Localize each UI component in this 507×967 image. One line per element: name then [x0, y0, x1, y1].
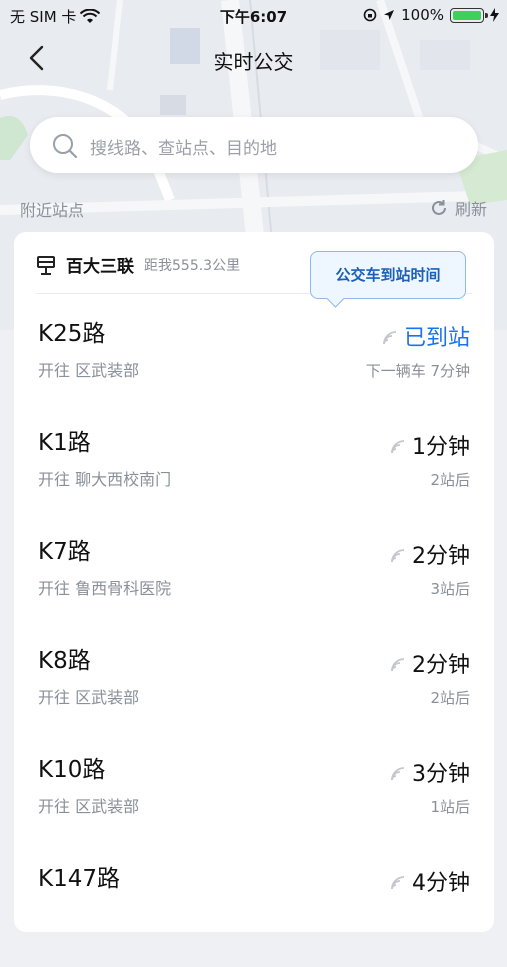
- rotation-lock-icon: [363, 8, 377, 22]
- route-line-name: K25路: [38, 321, 106, 347]
- bus-stop-icon: [37, 255, 55, 275]
- route-line-name: K147路: [38, 866, 120, 892]
- route-eta: 2分钟: [390, 538, 470, 570]
- route-line-name: K1路: [38, 430, 91, 456]
- station-name: 百大三联: [66, 257, 134, 277]
- realtime-signal-icon: [383, 331, 397, 345]
- status-bar: 无 SIM 卡 下午6:07 100%: [0, 0, 507, 30]
- station-distance: 距我555.3公里: [144, 257, 241, 274]
- route-eta: 3分钟: [390, 756, 470, 788]
- route-eta-text: 3分钟: [412, 762, 470, 787]
- route-row[interactable]: K7路开往 鲁西骨科医院 2分钟 3站后: [14, 532, 494, 640]
- route-destination: 开往 区武装部: [38, 797, 140, 816]
- search-bar[interactable]: 搜线路、查站点、目的地: [30, 117, 478, 173]
- realtime-signal-icon: [391, 549, 405, 563]
- realtime-signal-icon: [391, 876, 405, 890]
- refresh-button[interactable]: 刷新: [429, 196, 487, 220]
- realtime-signal-icon: [391, 440, 405, 454]
- route-next-info: 3站后: [430, 580, 470, 598]
- route-eta: 4分钟: [390, 865, 470, 897]
- route-eta: 2分钟: [390, 647, 470, 679]
- route-eta-text: 1分钟: [412, 435, 470, 460]
- refresh-label: 刷新: [454, 200, 487, 219]
- route-eta: 1分钟: [390, 429, 470, 461]
- route-eta-text: 2分钟: [412, 544, 470, 569]
- search-icon: [53, 134, 78, 159]
- arrival-time-tooltip: 公交车到站时间: [310, 251, 466, 299]
- route-eta-text: 2分钟: [412, 653, 470, 678]
- route-row[interactable]: K8路开往 区武装部 2分钟 2站后: [14, 641, 494, 749]
- route-eta: 已到站: [382, 320, 470, 352]
- search-placeholder: 搜线路、查站点、目的地: [90, 139, 277, 159]
- route-next-info: 下一辆车 7分钟: [365, 362, 470, 380]
- station-header[interactable]: 百大三联 距我555.3公里: [36, 252, 240, 277]
- location-arrow-icon: [384, 10, 395, 20]
- route-next-info: 2站后: [430, 689, 470, 707]
- page-title: 实时公交: [213, 50, 294, 74]
- nav-bar: 实时公交: [0, 36, 507, 80]
- route-line-name: K10路: [38, 757, 106, 783]
- route-destination: 开往 聊大西校南门: [38, 470, 172, 489]
- realtime-signal-icon: [391, 767, 405, 781]
- route-destination: 开往 区武装部: [38, 688, 140, 707]
- route-next-info: 1站后: [430, 798, 470, 816]
- route-destination: 开往 鲁西骨科医院: [38, 579, 172, 598]
- refresh-icon: [432, 200, 446, 215]
- route-line-name: K8路: [38, 648, 91, 674]
- route-destination: 开往 区武装部: [38, 361, 140, 380]
- battery-icon: [450, 7, 488, 23]
- route-eta-text: 已到站: [403, 326, 470, 351]
- route-row[interactable]: K147路 4分钟: [14, 859, 494, 967]
- station-card: 百大三联 距我555.3公里 公交车到站时间 K25路开往 区武装部 已到站下一辆…: [14, 232, 494, 932]
- route-row[interactable]: K10路开往 区武装部 3分钟 1站后: [14, 750, 494, 858]
- route-row[interactable]: K1路开往 聊大西校南门 1分钟 2站后: [14, 423, 494, 531]
- battery-percent: 100%: [401, 6, 444, 24]
- route-eta-text: 4分钟: [412, 871, 470, 896]
- route-next-info: 2站后: [430, 471, 470, 489]
- route-line-name: K7路: [38, 539, 91, 565]
- realtime-signal-icon: [391, 658, 405, 672]
- route-row[interactable]: K25路开往 区武装部 已到站下一辆车 7分钟: [14, 314, 494, 422]
- charging-icon: [490, 8, 499, 22]
- nearby-stations-label: 附近站点: [20, 201, 85, 220]
